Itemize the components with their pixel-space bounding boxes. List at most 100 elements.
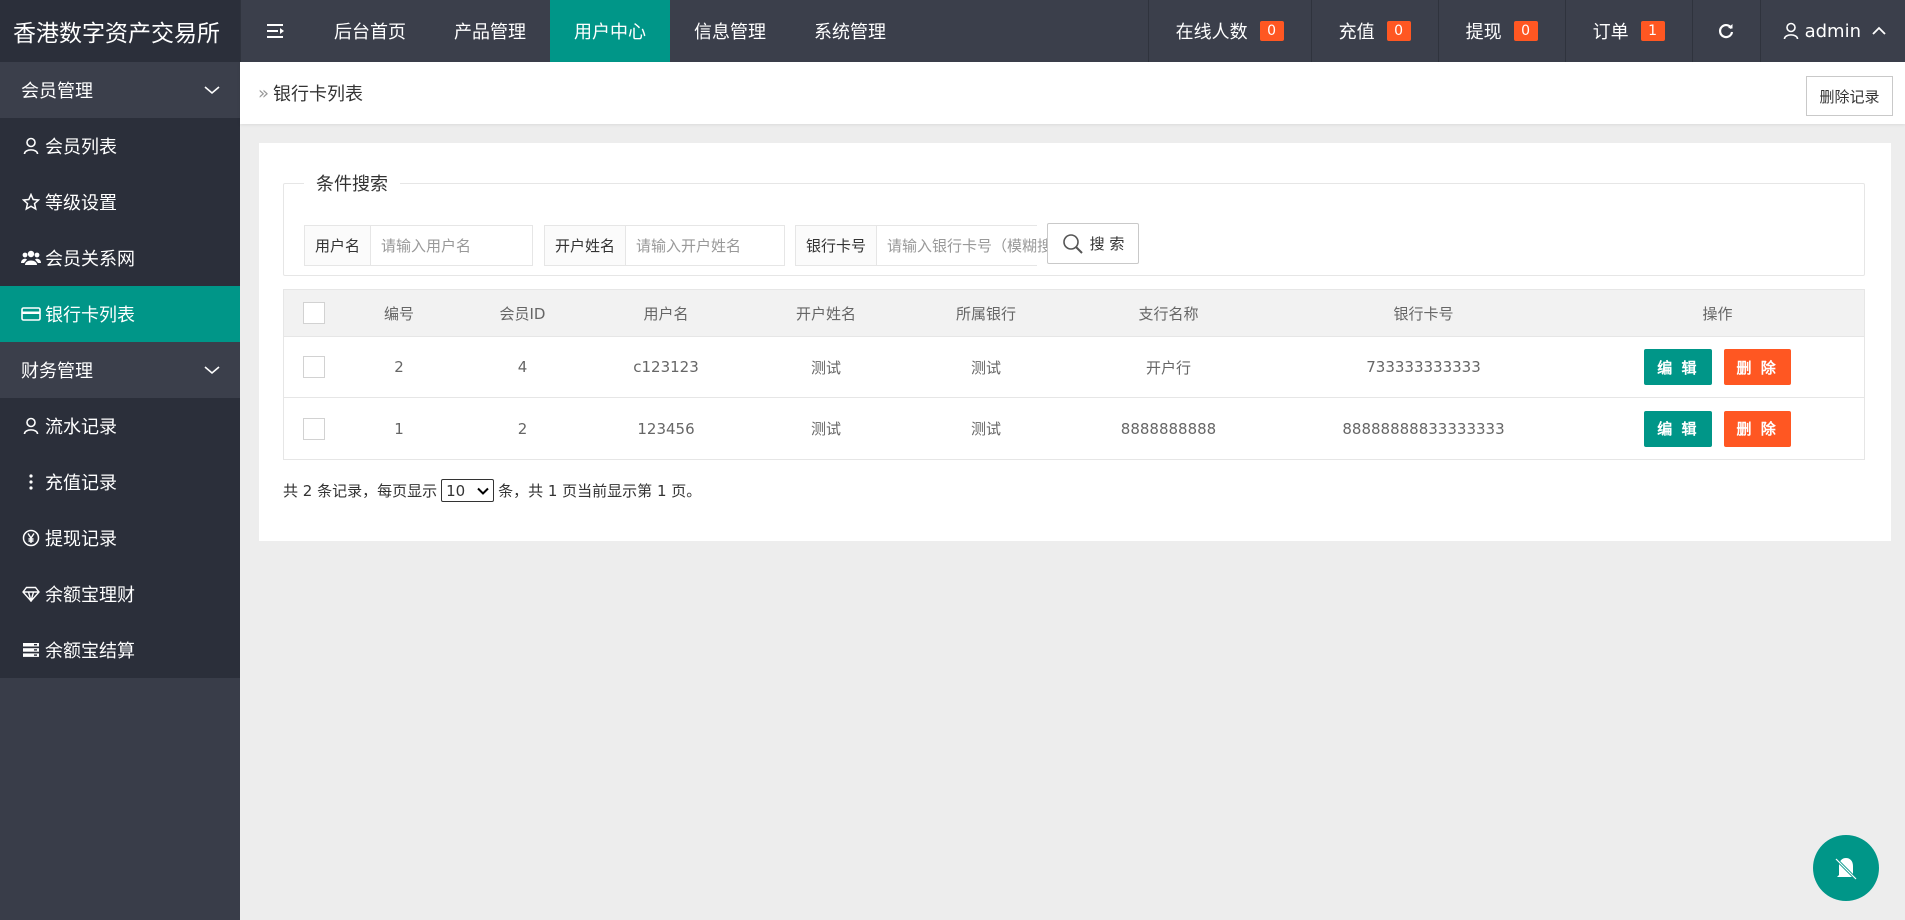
withdraw-item[interactable]: 提现 0 — [1437, 0, 1565, 62]
chevron-up-icon — [1872, 26, 1886, 35]
username-label: admin — [1804, 20, 1861, 42]
top-bar: 香港数字资产交易所 后台首页 产品管理 用户中心 信息管理 系统管理 在线人数 … — [0, 0, 1905, 62]
double-chevron-right-icon: » — [258, 82, 270, 104]
orders-item[interactable]: 订单 1 — [1564, 0, 1692, 62]
search-button-label: 搜 索 — [1089, 235, 1125, 253]
page-size-value: 10 — [446, 481, 466, 500]
nav-item-home[interactable]: 后台首页 — [310, 0, 430, 62]
nav-item-system[interactable]: 系统管理 — [790, 0, 910, 62]
app-title: 香港数字资产交易所 — [0, 0, 240, 62]
pager-suffix: 条，共 1 页当前显示第 1 页。 — [498, 482, 702, 500]
sidebar-item-bank-card-list[interactable]: 银行卡列表 — [0, 286, 240, 342]
sidebar-item-recharge-records[interactable]: 充值记录 — [0, 454, 240, 510]
sidebar-group-label: 会员管理 — [21, 81, 93, 102]
sidebar-item-label: 银行卡列表 — [45, 305, 135, 326]
page-title: 银行卡列表 — [273, 84, 364, 105]
header-cell: 会员ID — [499, 304, 546, 323]
sidebar-item-flow-records[interactable]: 流水记录 — [0, 398, 240, 454]
sidebar-item-member-network[interactable]: 会员关系网 — [0, 230, 240, 286]
cell-account-name: 测试 — [810, 358, 841, 377]
cell-username: 123456 — [637, 419, 695, 438]
header-cell: 操作 — [1702, 304, 1733, 323]
row-select-cell — [284, 356, 344, 378]
sidebar-item-level-settings[interactable]: 等级设置 — [0, 174, 240, 230]
row-select-cell — [284, 417, 344, 440]
user-menu[interactable]: admin — [1759, 0, 1905, 62]
account-name-input[interactable]: 请输入开户姓名 — [626, 226, 752, 265]
chevron-down-icon — [477, 487, 489, 495]
nav-item-info[interactable]: 信息管理 — [670, 0, 790, 62]
nav-item-user-center[interactable]: 用户中心 — [550, 0, 670, 62]
card-icon — [21, 306, 41, 322]
search-button[interactable]: 搜 索 — [1047, 223, 1139, 264]
sidebar-item-yuebao-finance[interactable]: 余额宝理财 — [0, 566, 240, 622]
page-size-select[interactable]: 10 — [441, 479, 495, 502]
delete-button[interactable]: 删 除 — [1723, 349, 1791, 385]
row-checkbox[interactable] — [303, 356, 325, 378]
cell-actions: 编 辑 删 除 — [1571, 349, 1864, 385]
online-count-item[interactable]: 在线人数 0 — [1147, 0, 1311, 62]
top-nav: 后台首页 产品管理 用户中心 信息管理 系统管理 — [310, 0, 910, 62]
sidebar-item-label: 会员关系网 — [45, 249, 135, 270]
users-icon — [21, 250, 41, 266]
diamond-icon — [21, 586, 41, 602]
user-icon — [1783, 22, 1798, 40]
user-icon — [21, 417, 41, 435]
cell-branch: 8888888888 — [1120, 419, 1217, 438]
orders-badge: 1 — [1640, 21, 1665, 41]
menu-toggle-button[interactable] — [240, 0, 310, 62]
header-cell-select — [284, 302, 344, 324]
header-cell: 银行卡号 — [1393, 304, 1454, 323]
cell-bank: 测试 — [970, 358, 1001, 377]
table-header: 编号 会员ID 用户名 开户姓名 所属银行 支行名称 银行卡号 操作 — [284, 290, 1864, 337]
username-field: 用户名 请输入用户名 — [304, 225, 533, 266]
select-all-checkbox[interactable] — [303, 302, 325, 324]
sidebar-item-label: 充值记录 — [45, 473, 117, 494]
table-row: 2 4 c123123 测试 测试 开户行 733333333333 编 辑 删… — [284, 337, 1864, 398]
username-input[interactable]: 请输入用户名 — [371, 226, 482, 265]
sidebar-group-member[interactable]: 会员管理 — [0, 62, 240, 118]
delete-records-button[interactable]: 删除记录 — [1806, 76, 1893, 116]
cell-actions: 编 辑 删 除 — [1571, 410, 1864, 447]
delete-button[interactable]: 删 除 — [1723, 410, 1791, 447]
edit-button[interactable]: 编 辑 — [1644, 410, 1712, 447]
sidebar-item-label: 余额宝结算 — [45, 641, 135, 662]
orders-label: 订单 — [1592, 22, 1629, 43]
header-cell: 用户名 — [643, 304, 689, 323]
pagination: 共 2 条记录，每页显示 10 条，共 1 页当前显示第 1 页。 — [283, 479, 701, 502]
cell-card-number: 733333333333 — [1366, 358, 1481, 376]
cell-username: c123123 — [633, 358, 699, 376]
recharge-item[interactable]: 充值 0 — [1310, 0, 1438, 62]
cell-member-id: 4 — [517, 358, 528, 376]
sidebar-item-label: 提现记录 — [45, 529, 117, 550]
floating-notification-button[interactable] — [1813, 835, 1879, 901]
sidebar-group-finance[interactable]: 财务管理 — [0, 342, 240, 398]
star-icon — [21, 193, 41, 211]
chevron-down-icon — [204, 86, 220, 95]
edit-button[interactable]: 编 辑 — [1644, 349, 1712, 385]
cell-id: 2 — [394, 358, 404, 376]
nav-item-products[interactable]: 产品管理 — [430, 0, 550, 62]
cell-bank: 测试 — [970, 420, 1001, 438]
online-label: 在线人数 — [1175, 22, 1248, 43]
sidebar-item-label: 余额宝理财 — [45, 585, 135, 606]
account-name-field: 开户姓名 请输入开户姓名 — [544, 225, 785, 266]
withdraw-label: 提现 — [1465, 22, 1502, 43]
account-name-label: 开户姓名 — [545, 226, 627, 265]
sidebar: 会员管理 会员列表 等级设置 会员关系网 银行卡列表 财务管理 流水记录 充值记… — [0, 62, 240, 920]
cell-branch: 开户行 — [1145, 358, 1191, 377]
sidebar-item-label: 会员列表 — [45, 137, 117, 158]
refresh-button[interactable] — [1691, 0, 1760, 62]
table-row: 1 2 123456 测试 测试 8888888888 888888888333… — [284, 398, 1864, 459]
content-card: 条件搜索 用户名 请输入用户名 开户姓名 请输入开户姓名 银行卡号 请输入银行卡… — [259, 143, 1891, 541]
sidebar-item-member-list[interactable]: 会员列表 — [0, 118, 240, 174]
cell-member-id: 2 — [517, 419, 528, 438]
row-checkbox[interactable] — [303, 417, 325, 440]
search-legend: 条件搜索 — [316, 174, 388, 195]
recharge-badge: 0 — [1386, 21, 1411, 41]
sidebar-item-yuebao-settlement[interactable]: 余额宝结算 — [0, 622, 240, 678]
sidebar-item-withdraw-records[interactable]: 提现记录 — [0, 510, 240, 566]
pager-prefix: 共 2 条记录，每页显示 — [283, 482, 438, 500]
sidebar-item-label: 流水记录 — [45, 417, 117, 438]
vertical-dots-icon — [21, 473, 41, 491]
